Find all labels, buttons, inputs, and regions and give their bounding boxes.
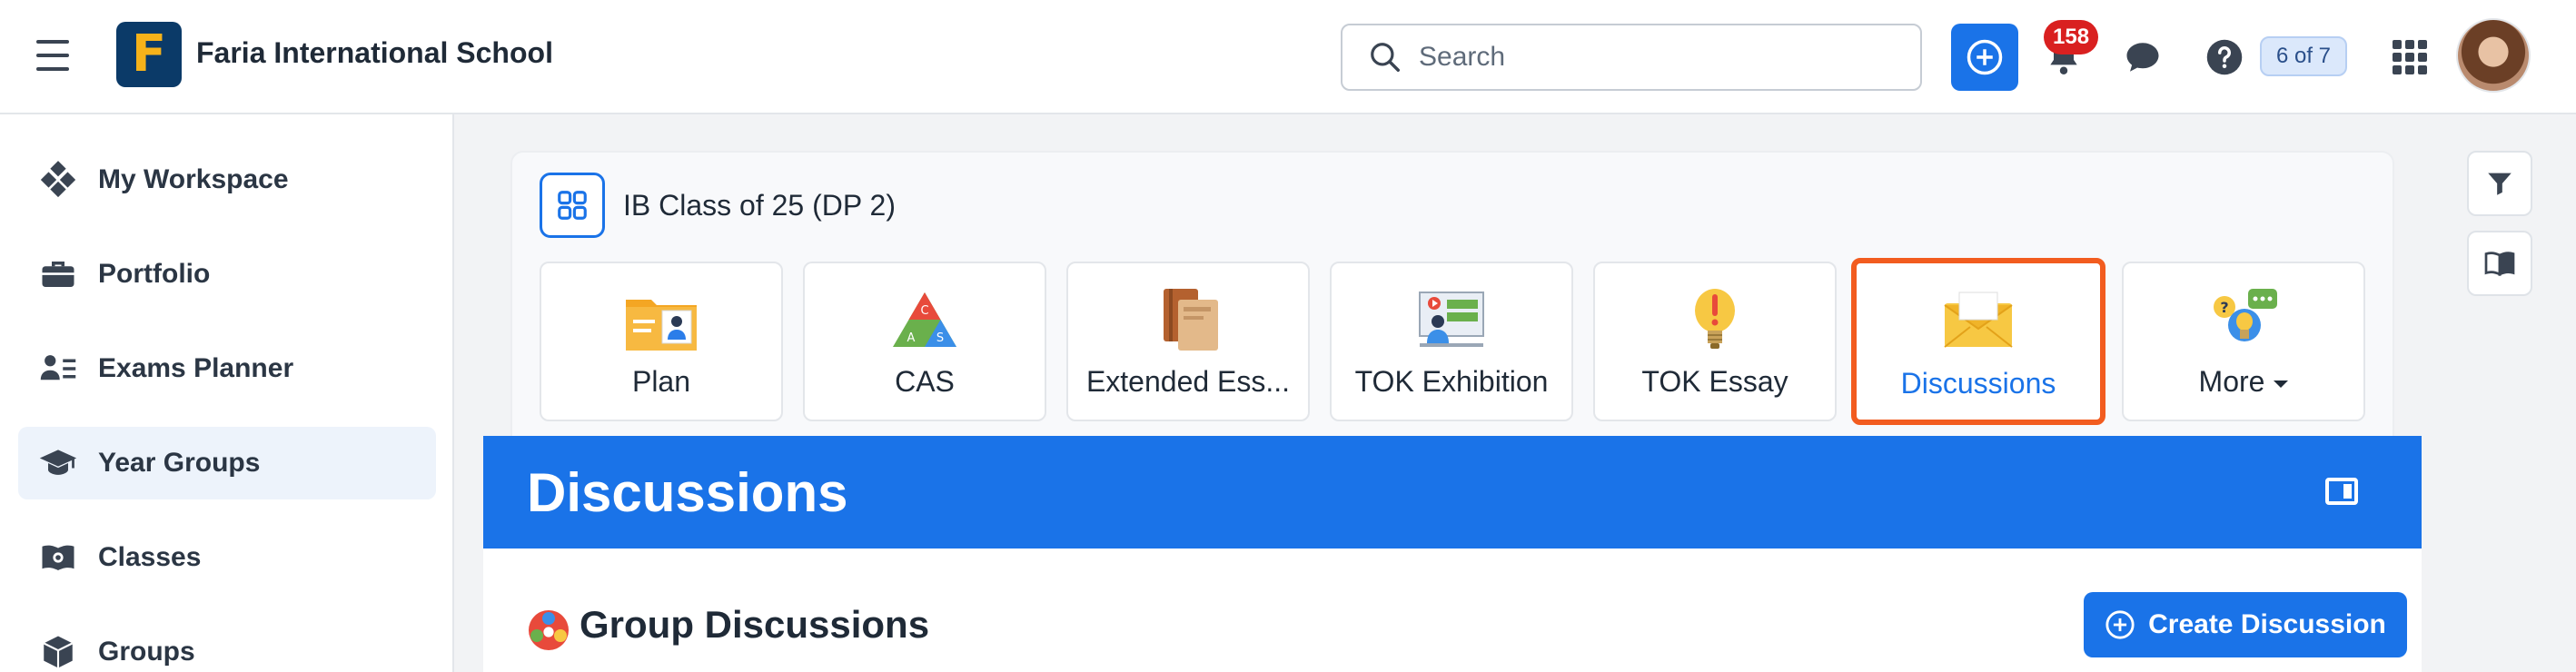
menu-hamburger-icon[interactable] bbox=[36, 40, 69, 71]
search-box[interactable] bbox=[1341, 24, 1922, 91]
plus-circle-icon bbox=[1967, 39, 2003, 75]
workspace-icon bbox=[38, 160, 78, 200]
tile-label: TOK Essay bbox=[1641, 365, 1788, 398]
logo-letter: F bbox=[131, 25, 167, 84]
tile-label: TOK Exhibition bbox=[1354, 365, 1549, 398]
sidebar-item-label: Classes bbox=[98, 542, 202, 572]
tile-label: Discussions bbox=[1900, 367, 2056, 400]
page-title: Discussions bbox=[527, 462, 848, 523]
sidebar-item-exams-planner[interactable]: Exams Planner bbox=[18, 332, 436, 405]
svg-text:C: C bbox=[920, 304, 928, 318]
book-button[interactable] bbox=[2467, 231, 2532, 296]
tile-more[interactable]: ? More bbox=[2122, 262, 2365, 421]
open-book-icon bbox=[2484, 252, 2515, 277]
sidebar-item-year-groups[interactable]: Year Groups bbox=[18, 427, 436, 499]
class-title: IB Class of 25 (DP 2) bbox=[623, 189, 896, 222]
more-label: More bbox=[2198, 365, 2265, 398]
steps-progress-badge[interactable]: 6 of 7 bbox=[2260, 36, 2347, 76]
cas-triangle-icon: CA S bbox=[893, 292, 956, 347]
create-discussion-label: Create Discussion bbox=[2148, 609, 2386, 639]
panel-toggle-icon[interactable] bbox=[2325, 478, 2358, 505]
discussions-header: Discussions bbox=[483, 436, 2422, 548]
class-grid-icon[interactable] bbox=[540, 173, 605, 238]
classes-book-icon bbox=[38, 538, 78, 578]
filter-icon bbox=[2488, 173, 2512, 195]
sidebar-item-label: My Workspace bbox=[98, 164, 289, 194]
sidebar-item-label: Year Groups bbox=[98, 448, 261, 478]
sidebar-item-label: Groups bbox=[98, 637, 195, 667]
sidebar-item-label: Exams Planner bbox=[98, 353, 294, 383]
extended-essay-books-icon bbox=[1164, 289, 1218, 351]
tile-label: Extended Ess... bbox=[1085, 365, 1291, 398]
graduation-cap-icon bbox=[38, 443, 78, 483]
tile-discussions[interactable]: Discussions bbox=[1851, 258, 2105, 425]
tile-label: CAS bbox=[895, 365, 955, 398]
groups-box-icon bbox=[38, 632, 78, 672]
tile-plan[interactable]: Plan bbox=[540, 262, 783, 421]
notification-count-badge[interactable]: 158 bbox=[2044, 20, 2099, 54]
sidebar-item-classes[interactable]: Classes bbox=[18, 521, 436, 594]
tile-label: Plan bbox=[631, 365, 691, 398]
search-input[interactable] bbox=[1419, 42, 1891, 73]
sidebar-item-groups[interactable]: Groups bbox=[18, 616, 436, 672]
school-name[interactable]: Faria International School bbox=[196, 36, 553, 70]
messages-chat-icon[interactable] bbox=[2122, 38, 2164, 76]
sidebar-item-label: Portfolio bbox=[98, 259, 211, 289]
tile-tok-exhibition[interactable]: TOK Exhibition bbox=[1330, 262, 1573, 421]
tok-essay-bulb-icon bbox=[1695, 289, 1735, 349]
svg-text:?: ? bbox=[2220, 299, 2228, 316]
tile-tok-essay[interactable]: TOK Essay bbox=[1593, 262, 1837, 421]
sidebar-item-portfolio[interactable]: Portfolio bbox=[18, 238, 436, 311]
add-button[interactable] bbox=[1951, 24, 2018, 91]
tok-exhibition-icon bbox=[1419, 292, 1484, 347]
main-content: IB Class of 25 (DP 2) Plan CAS CAS Exten… bbox=[454, 114, 2576, 672]
tile-extended-essay[interactable]: Extended Ess... bbox=[1066, 262, 1310, 421]
discussions-body: Group Discussions Create Discussion bbox=[483, 548, 2422, 672]
user-avatar[interactable] bbox=[2456, 18, 2531, 93]
discussions-envelope-icon bbox=[1944, 292, 2013, 348]
create-discussion-button[interactable]: Create Discussion bbox=[2084, 592, 2407, 657]
search-icon bbox=[1371, 43, 1400, 72]
tile-cas[interactable]: CAS CAS bbox=[803, 262, 1046, 421]
plan-folder-icon bbox=[626, 300, 697, 351]
section-title: Group Discussions bbox=[580, 603, 930, 646]
svg-text:A: A bbox=[907, 331, 916, 345]
more-bulb-chat-icon: ? bbox=[2214, 289, 2277, 341]
group-discussions-icon bbox=[529, 610, 569, 650]
chevron-down-icon bbox=[2274, 380, 2289, 388]
school-logo[interactable]: F bbox=[116, 22, 182, 87]
plus-circle-icon bbox=[2105, 610, 2135, 639]
svg-text:S: S bbox=[936, 331, 944, 345]
sidebar-item-my-workspace[interactable]: My Workspace bbox=[18, 143, 436, 216]
apps-grid-icon[interactable] bbox=[2393, 40, 2427, 74]
help-icon[interactable] bbox=[2205, 38, 2244, 76]
top-bar: F Faria International School 158 6 of 7 bbox=[0, 0, 2576, 114]
tile-label: More bbox=[2124, 365, 2363, 399]
filter-button[interactable] bbox=[2467, 151, 2532, 216]
sidebar: My Workspace Portfolio Exams Planner Yea… bbox=[0, 114, 454, 672]
briefcase-icon bbox=[38, 254, 78, 294]
exams-planner-icon bbox=[38, 349, 78, 389]
